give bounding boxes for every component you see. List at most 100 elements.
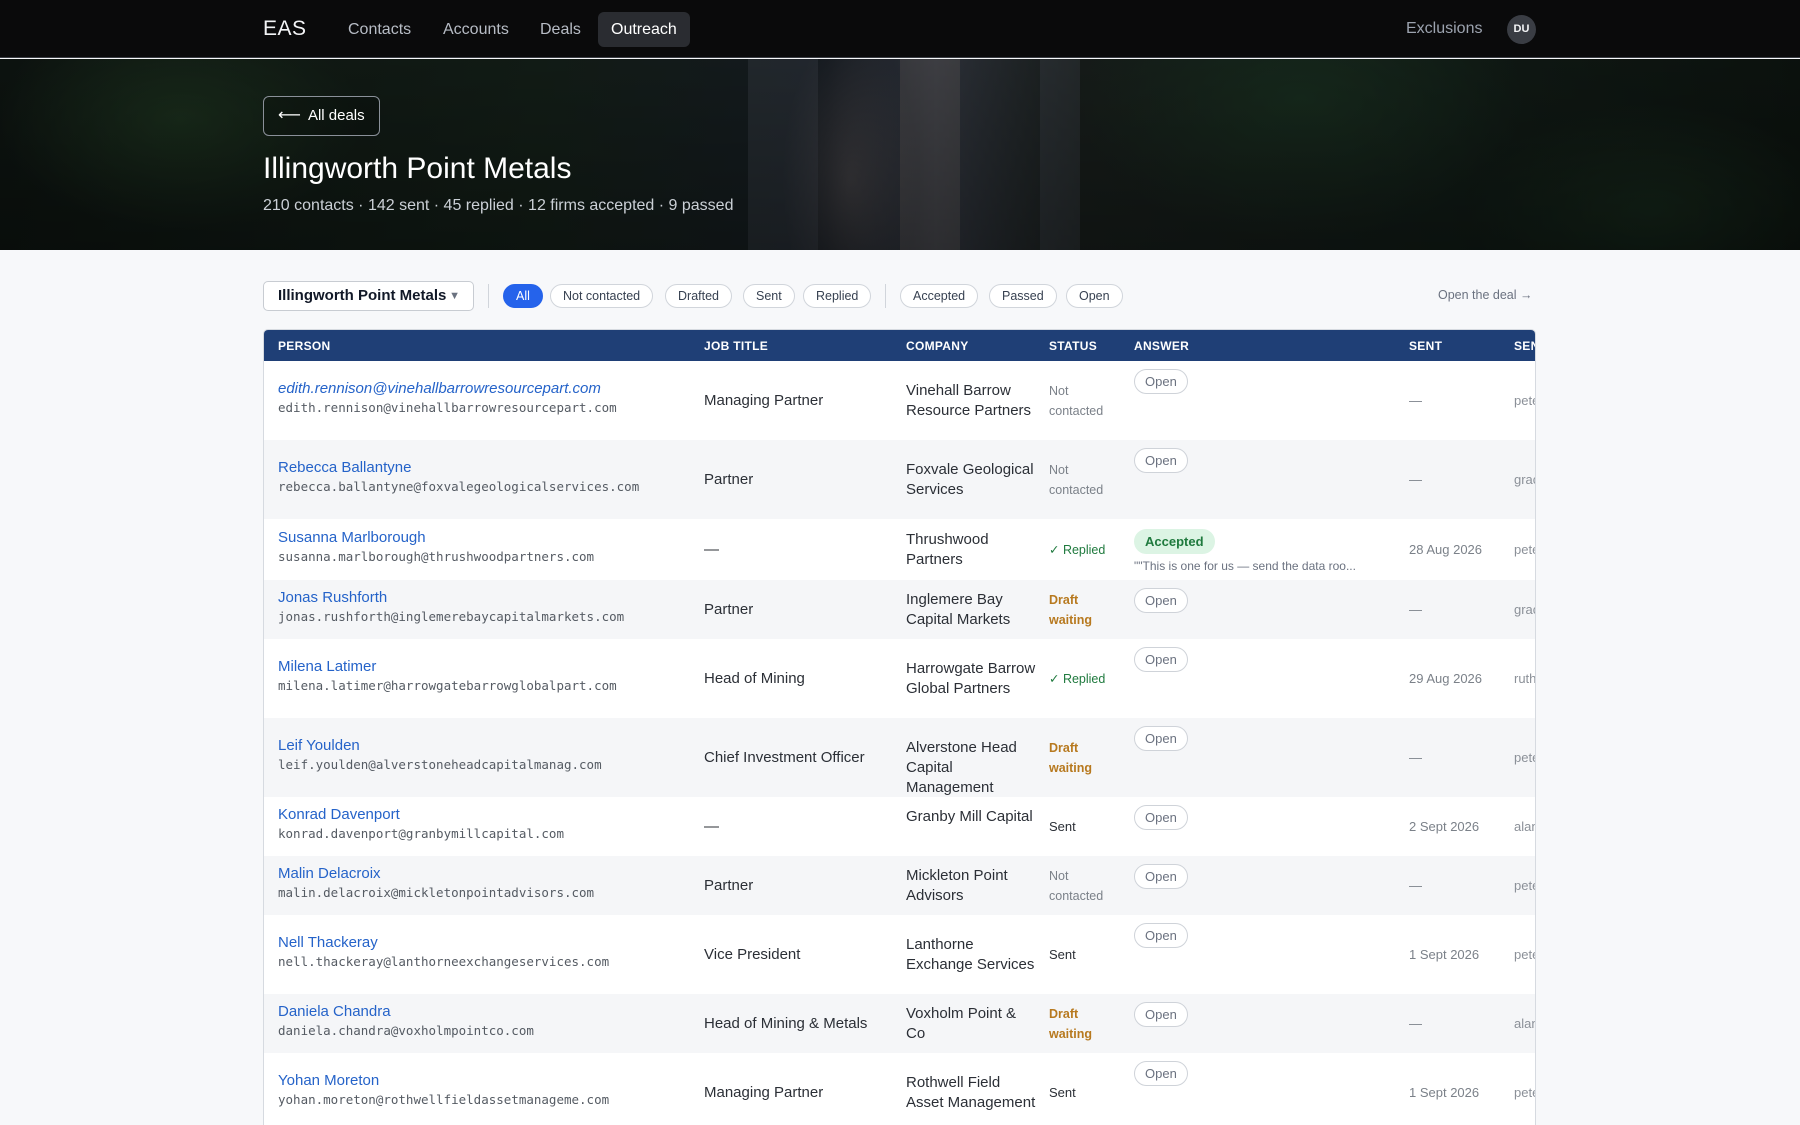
person-name-link[interactable]: Yohan Moreton <box>278 1072 609 1089</box>
sent-date: — <box>1409 392 1422 408</box>
table-row[interactable]: Susanna Marlborough susanna.marlborough@t… <box>264 519 1535 580</box>
person-cell: Konrad Davenport konrad.davenport@granbym… <box>278 806 564 841</box>
filter-chip-passed[interactable]: Passed <box>989 284 1057 308</box>
sender-name: grac <box>1514 471 1535 487</box>
nav-accounts[interactable]: Accounts <box>430 12 522 47</box>
sent-date: — <box>1409 749 1422 765</box>
status-badge: Sent <box>1049 819 1076 834</box>
table-row[interactable]: Konrad Davenport konrad.davenport@granbym… <box>264 797 1535 856</box>
answer-badge[interactable]: Open <box>1134 588 1188 613</box>
answer-badge[interactable]: Open <box>1134 805 1188 830</box>
avatar[interactable]: DU <box>1507 15 1536 44</box>
col-job-title[interactable]: JOB TITLE <box>704 339 768 353</box>
filter-chip-accepted[interactable]: Accepted <box>900 284 979 308</box>
answer-badge[interactable]: Open <box>1134 726 1188 751</box>
answer-badge[interactable]: Accepted <box>1134 528 1215 554</box>
person-cell: Daniela Chandra daniela.chandra@voxholmpo… <box>278 1003 534 1038</box>
company-name: Granby Mill Capital <box>906 808 1033 825</box>
job-title: Head of Mining <box>704 669 805 687</box>
filter-chip-all[interactable]: All <box>503 284 543 308</box>
col-company[interactable]: COMPANY <box>906 339 969 353</box>
person-name-link[interactable]: Jonas Rushforth <box>278 589 624 606</box>
person-email: nell.thackeray@lanthorneexchangeservices… <box>278 953 610 969</box>
job-title: Vice President <box>704 945 801 963</box>
table-row[interactable]: Yohan Moreton yohan.moreton@rothwellfield… <box>264 1053 1535 1125</box>
person-email: yohan.moreton@rothwellfieldassetmanageme… <box>278 1091 610 1107</box>
answer-badge[interactable]: Open <box>1134 1061 1188 1086</box>
nav-contacts[interactable]: Contacts <box>335 12 424 47</box>
filter-divider <box>488 284 489 308</box>
status-badge: Sent <box>1049 1085 1076 1100</box>
deal-select[interactable]: Illingworth Point Metals ▼ <box>263 281 474 311</box>
status-badge: Draft waiting <box>1049 593 1093 627</box>
sender-name: pete <box>1514 946 1535 962</box>
answer-badge[interactable]: Open <box>1134 369 1188 394</box>
job-title: — <box>704 817 719 835</box>
table-row[interactable]: Malin Delacroix malin.delacroix@mickleton… <box>264 856 1535 915</box>
person-email: malin.delacroix@mickletonpointadvisors.c… <box>278 884 595 900</box>
job-title: Managing Partner <box>704 1083 824 1101</box>
person-name-link[interactable]: Susanna Marlborough <box>278 529 594 546</box>
person-email: rebecca.ballantyne@foxvalegeologicalserv… <box>278 478 640 494</box>
table-row[interactable]: Daniela Chandra daniela.chandra@voxholmpo… <box>264 994 1535 1053</box>
job-title: Partner <box>704 600 754 618</box>
table-row[interactable]: Milena Latimer milena.latimer@harrowgateb… <box>264 639 1535 718</box>
sent-date: 1 Sept 2026 <box>1409 1084 1480 1100</box>
filter-chip-sent[interactable]: Sent <box>743 284 795 308</box>
person-name-link[interactable]: Malin Delacroix <box>278 865 594 882</box>
person-email: edith.rennison@vinehallbarrowresourcepar… <box>278 399 617 415</box>
table-row[interactable]: edith.rennison@vinehallbarrowresourcepar… <box>264 361 1535 440</box>
col-sender[interactable]: SEN <box>1514 339 1535 353</box>
sender-name: alan <box>1514 818 1535 834</box>
company-name: Harrowgate Barrow Global Partners <box>906 660 1036 697</box>
all-deals-button[interactable]: ⟵ All deals <box>263 96 380 136</box>
nav-deals[interactable]: Deals <box>527 12 594 47</box>
nav-exclusions[interactable]: Exclusions <box>1406 20 1482 38</box>
col-answer[interactable]: ANSWER <box>1134 339 1189 353</box>
sent-date: — <box>1409 471 1422 487</box>
person-name-link[interactable]: Leif Youlden <box>278 737 602 754</box>
status-badge: ✓ Replied <box>1049 672 1106 686</box>
filter-chip-not-contacted[interactable]: Not contacted <box>550 284 654 308</box>
filter-chip-open[interactable]: Open <box>1066 284 1123 308</box>
person-name-link[interactable]: Daniela Chandra <box>278 1003 534 1020</box>
status-badge: Draft waiting <box>1049 741 1093 775</box>
person-name-link[interactable]: Milena Latimer <box>278 658 617 675</box>
col-sent[interactable]: SENT <box>1409 339 1442 353</box>
table-row[interactable]: Jonas Rushforth jonas.rushforth@inglemere… <box>264 580 1535 639</box>
table-header: PERSON JOB TITLE COMPANY STATUS ANSWER S… <box>264 330 1535 361</box>
col-person[interactable]: PERSON <box>278 339 330 353</box>
person-email: jonas.rushforth@inglemerebaycapitalmarke… <box>278 608 625 624</box>
open-deal-link[interactable]: Open the deal → <box>1438 288 1533 302</box>
table-row[interactable]: Rebecca Ballantyne rebecca.ballantyne@fox… <box>264 440 1535 519</box>
filter-chip-replied[interactable]: Replied <box>803 284 872 308</box>
sender-name: grac <box>1514 601 1535 617</box>
answer-badge[interactable]: Open <box>1134 448 1188 473</box>
table-row[interactable]: Nell Thackeray nell.thackeray@lanthorneex… <box>264 915 1535 994</box>
job-title: Partner <box>704 470 754 488</box>
status-badge: Not contacted <box>1049 463 1104 497</box>
person-email: konrad.davenport@granbymillcapital.com <box>278 825 564 841</box>
answer-badge[interactable]: Open <box>1134 1002 1188 1027</box>
answer-cell: Open <box>1134 369 1188 394</box>
answer-badge[interactable]: Open <box>1134 647 1188 672</box>
person-name-link[interactable]: edith.rennison@vinehallbarrowresourcepar… <box>278 380 617 397</box>
answer-badge[interactable]: Open <box>1134 864 1188 889</box>
person-name-link[interactable]: Rebecca Ballantyne <box>278 459 639 476</box>
sender-name: pete <box>1514 877 1535 893</box>
brand-logo[interactable]: EAS <box>263 17 307 41</box>
table-row[interactable]: Leif Youlden leif.youlden@alverstoneheadc… <box>264 718 1535 797</box>
person-email: daniela.chandra@voxholmpointco.com <box>278 1022 534 1038</box>
all-deals-label: All deals <box>307 107 365 124</box>
sent-date: 28 Aug 2026 <box>1409 541 1483 557</box>
person-name-link[interactable]: Konrad Davenport <box>278 806 564 823</box>
status-badge: Draft waiting <box>1049 1007 1093 1041</box>
person-name-link[interactable]: Nell Thackeray <box>278 934 609 951</box>
nav-outreach[interactable]: Outreach <box>598 12 690 47</box>
col-status[interactable]: STATUS <box>1049 339 1097 353</box>
filter-chip-drafted[interactable]: Drafted <box>665 284 732 308</box>
person-cell: Susanna Marlborough susanna.marlborough@t… <box>278 529 594 564</box>
answer-badge[interactable]: Open <box>1134 923 1188 948</box>
company-name: Vinehall Barrow Resource Partners <box>906 382 1032 419</box>
deal-select-value: Illingworth Point Metals <box>278 287 447 304</box>
